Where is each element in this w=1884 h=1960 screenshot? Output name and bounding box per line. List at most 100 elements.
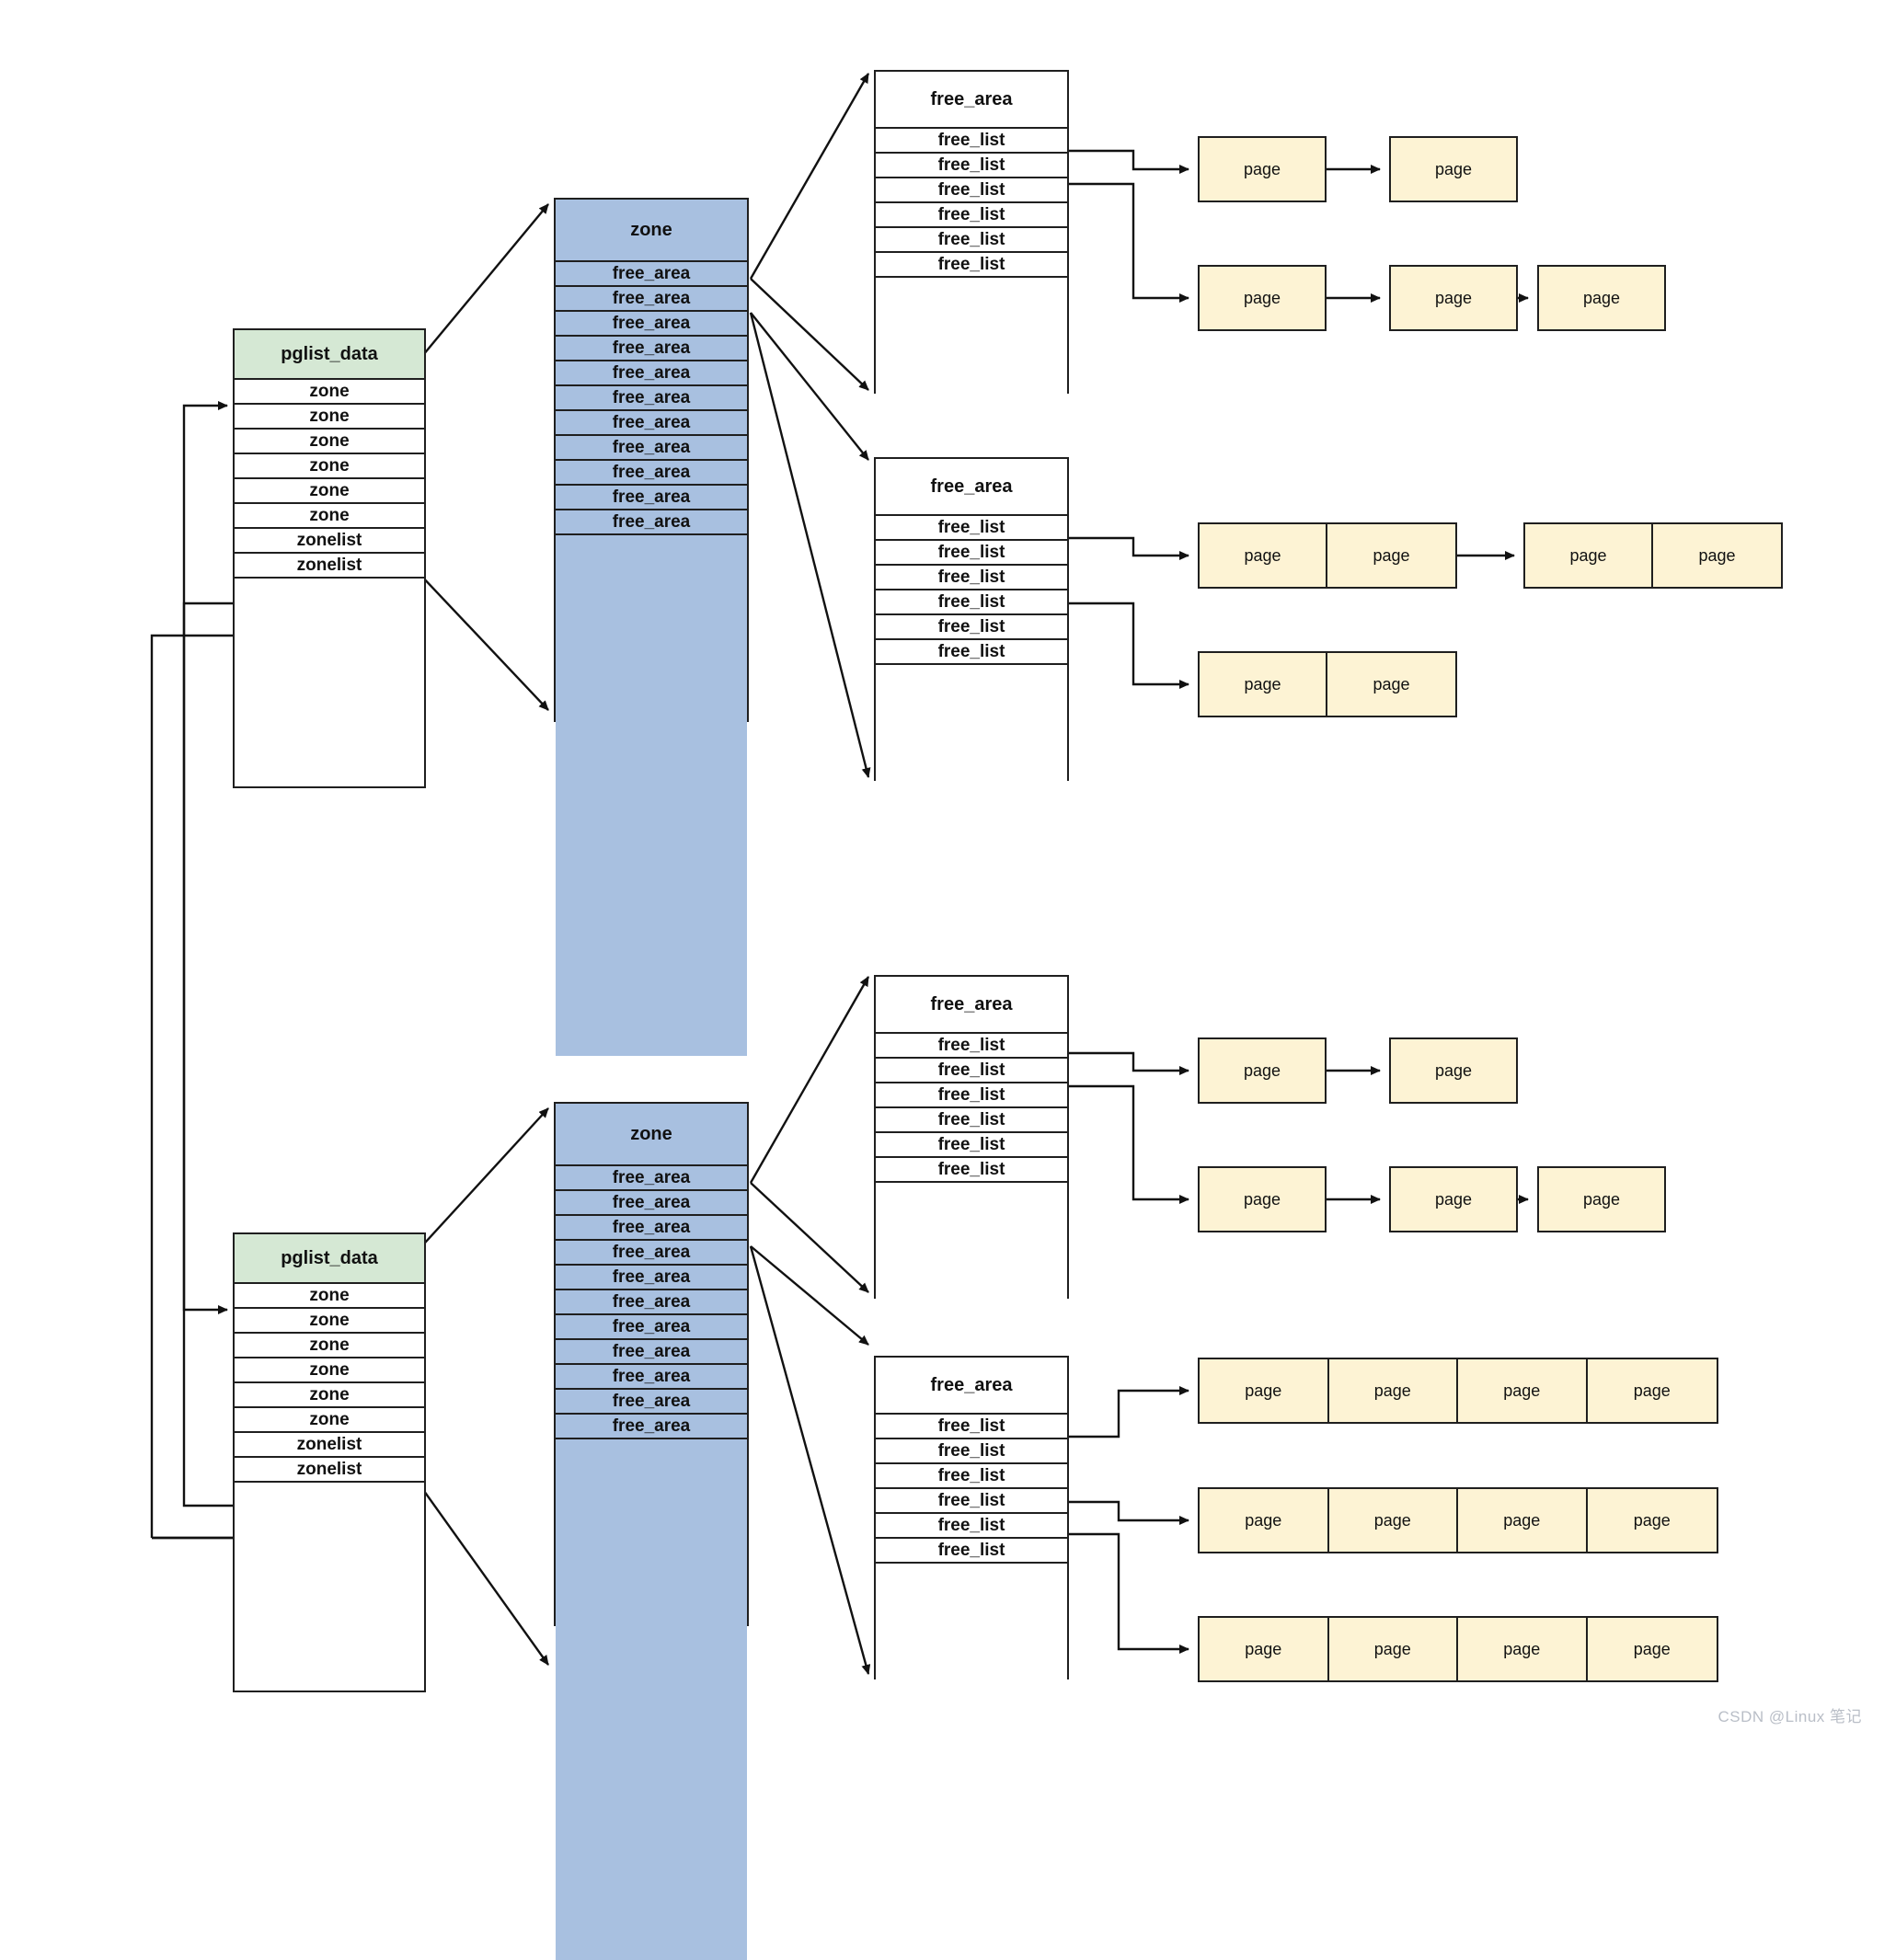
page-box[interactable]: page [1200,267,1325,329]
pglist-top-row-zone-1[interactable]: zone [235,405,424,430]
page-box[interactable]: page [1539,267,1664,329]
page-box[interactable]: page [1328,1489,1458,1552]
page-chain-fa1-list2-a[interactable]: page [1198,265,1327,331]
zone-top-free-area-0[interactable]: free_area [556,262,747,287]
free-area-3-free-list-4[interactable]: free_list [876,1133,1067,1158]
free-area-4-free-list-2[interactable]: free_list [876,1464,1067,1489]
free-area-1[interactable]: free_area free_list free_list free_list … [874,70,1069,598]
pglist-bottom-row-zone-3[interactable]: zone [235,1358,424,1383]
free-area-4-free-list-0[interactable]: free_list [876,1415,1067,1439]
zone-top-free-area-6[interactable]: free_area [556,411,747,436]
page-chain-fa2-list1-b[interactable]: page page [1523,522,1783,589]
free-area-2-free-list-4[interactable]: free_list [876,615,1067,640]
page-box[interactable]: page [1327,653,1455,716]
zone-top-free-area-9[interactable]: free_area [556,486,747,510]
pglist-bottom-row-zone-5[interactable]: zone [235,1408,424,1433]
page-box[interactable]: page [1391,267,1516,329]
page-box[interactable]: page [1200,524,1327,587]
pglist-data-bottom[interactable]: pglist_data zone zone zone zone zone zon… [233,1232,426,1692]
page-chain-fa2-list3-a[interactable]: page page [1198,651,1457,717]
free-area-1-free-list-3[interactable]: free_list [876,203,1067,228]
page-box[interactable]: page [1458,1359,1588,1422]
free-area-1-free-list-0[interactable]: free_list [876,129,1067,154]
free-area-2-free-list-3[interactable]: free_list [876,590,1067,615]
free-area-1-free-list-4[interactable]: free_list [876,228,1067,253]
page-box[interactable]: page [1200,1039,1325,1102]
page-chain-fa3-list1-a[interactable]: page [1198,1037,1327,1104]
zone-bottom-free-area-0[interactable]: free_area [556,1166,747,1191]
zone-bottom-free-area-8[interactable]: free_area [556,1365,747,1390]
pglist-top-row-zone-2[interactable]: zone [235,430,424,454]
pglist-bottom-row-zonelist-1[interactable]: zonelist [235,1458,424,1483]
zone-top-free-area-10[interactable]: free_area [556,510,747,535]
pglist-data-top[interactable]: pglist_data zone zone zone zone zone zon… [233,328,426,788]
pglist-bottom-row-zone-0[interactable]: zone [235,1284,424,1309]
free-area-3-free-list-0[interactable]: free_list [876,1034,1067,1059]
page-box[interactable]: page [1653,524,1781,587]
zone-bottom-free-area-3[interactable]: free_area [556,1241,747,1266]
page-box[interactable]: page [1328,1618,1458,1680]
free-area-2-free-list-0[interactable]: free_list [876,516,1067,541]
zone-top-free-area-2[interactable]: free_area [556,312,747,337]
zone-top-free-area-3[interactable]: free_area [556,337,747,361]
page-box[interactable]: page [1200,1489,1329,1552]
page-chain-fa1-list1-a[interactable]: page [1198,136,1327,202]
free-area-3[interactable]: free_area free_list free_list free_list … [874,975,1069,1503]
page-box[interactable]: page [1328,1359,1458,1422]
pglist-bottom-row-zone-1[interactable]: zone [235,1309,424,1334]
zone-top-free-area-8[interactable]: free_area [556,461,747,486]
page-chain-fa3-list2-a[interactable]: page [1198,1166,1327,1232]
page-box[interactable]: page [1391,1168,1516,1231]
zone-bottom-free-area-1[interactable]: free_area [556,1191,747,1216]
page-box[interactable]: page [1587,1359,1717,1422]
page-chain-fa1-list2-b[interactable]: page [1389,265,1518,331]
page-chain-fa3-list1-b[interactable]: page [1389,1037,1518,1104]
free-area-2-free-list-5[interactable]: free_list [876,640,1067,665]
page-box[interactable]: page [1200,653,1327,716]
zone-top-free-area-5[interactable]: free_area [556,386,747,411]
page-box[interactable]: page [1200,1618,1329,1680]
zone-bottom-free-area-7[interactable]: free_area [556,1340,747,1365]
zone-bottom-free-area-2[interactable]: free_area [556,1216,747,1241]
free-area-2-free-list-2[interactable]: free_list [876,566,1067,590]
page-box[interactable]: page [1587,1489,1717,1552]
pglist-top-row-zonelist-1[interactable]: zonelist [235,554,424,579]
free-area-4-free-list-3[interactable]: free_list [876,1489,1067,1514]
page-box[interactable]: page [1327,524,1455,587]
zone-top-free-area-4[interactable]: free_area [556,361,747,386]
page-chain-fa4-list1[interactable]: page page page page [1198,1358,1718,1424]
free-area-1-free-list-5[interactable]: free_list [876,253,1067,278]
pglist-top-row-zonelist-0[interactable]: zonelist [235,529,424,554]
free-area-3-free-list-3[interactable]: free_list [876,1108,1067,1133]
free-area-4[interactable]: free_area free_list free_list free_list … [874,1356,1069,1884]
free-area-1-free-list-1[interactable]: free_list [876,154,1067,178]
zone-bottom-free-area-4[interactable]: free_area [556,1266,747,1290]
free-area-3-free-list-5[interactable]: free_list [876,1158,1067,1183]
zone-top[interactable]: zone free_area free_area free_area free_… [554,198,749,1056]
free-area-4-free-list-1[interactable]: free_list [876,1439,1067,1464]
free-area-3-free-list-1[interactable]: free_list [876,1059,1067,1083]
page-box[interactable]: page [1458,1489,1588,1552]
zone-bottom-free-area-10[interactable]: free_area [556,1415,747,1439]
page-box[interactable]: page [1200,1168,1325,1231]
zone-top-free-area-1[interactable]: free_area [556,287,747,312]
page-box[interactable]: page [1587,1618,1717,1680]
pglist-top-row-zone-5[interactable]: zone [235,504,424,529]
pglist-bottom-row-zonelist-0[interactable]: zonelist [235,1433,424,1458]
page-chain-fa3-list2-b[interactable]: page [1389,1166,1518,1232]
pglist-top-row-zone-3[interactable]: zone [235,454,424,479]
free-area-2[interactable]: free_area free_list free_list free_list … [874,457,1069,985]
page-chain-fa4-list4[interactable]: page page page page [1198,1616,1718,1682]
zone-bottom-free-area-5[interactable]: free_area [556,1290,747,1315]
zone-bottom[interactable]: zone free_area free_area free_area free_… [554,1102,749,1960]
zone-bottom-free-area-6[interactable]: free_area [556,1315,747,1340]
page-chain-fa1-list1-b[interactable]: page [1389,136,1518,202]
page-box[interactable]: page [1458,1618,1588,1680]
page-box[interactable]: page [1200,1359,1329,1422]
free-area-2-free-list-1[interactable]: free_list [876,541,1067,566]
zone-top-free-area-7[interactable]: free_area [556,436,747,461]
pglist-bottom-row-zone-4[interactable]: zone [235,1383,424,1408]
zone-bottom-free-area-9[interactable]: free_area [556,1390,747,1415]
page-box[interactable]: page [1525,524,1653,587]
page-box[interactable]: page [1200,138,1325,201]
